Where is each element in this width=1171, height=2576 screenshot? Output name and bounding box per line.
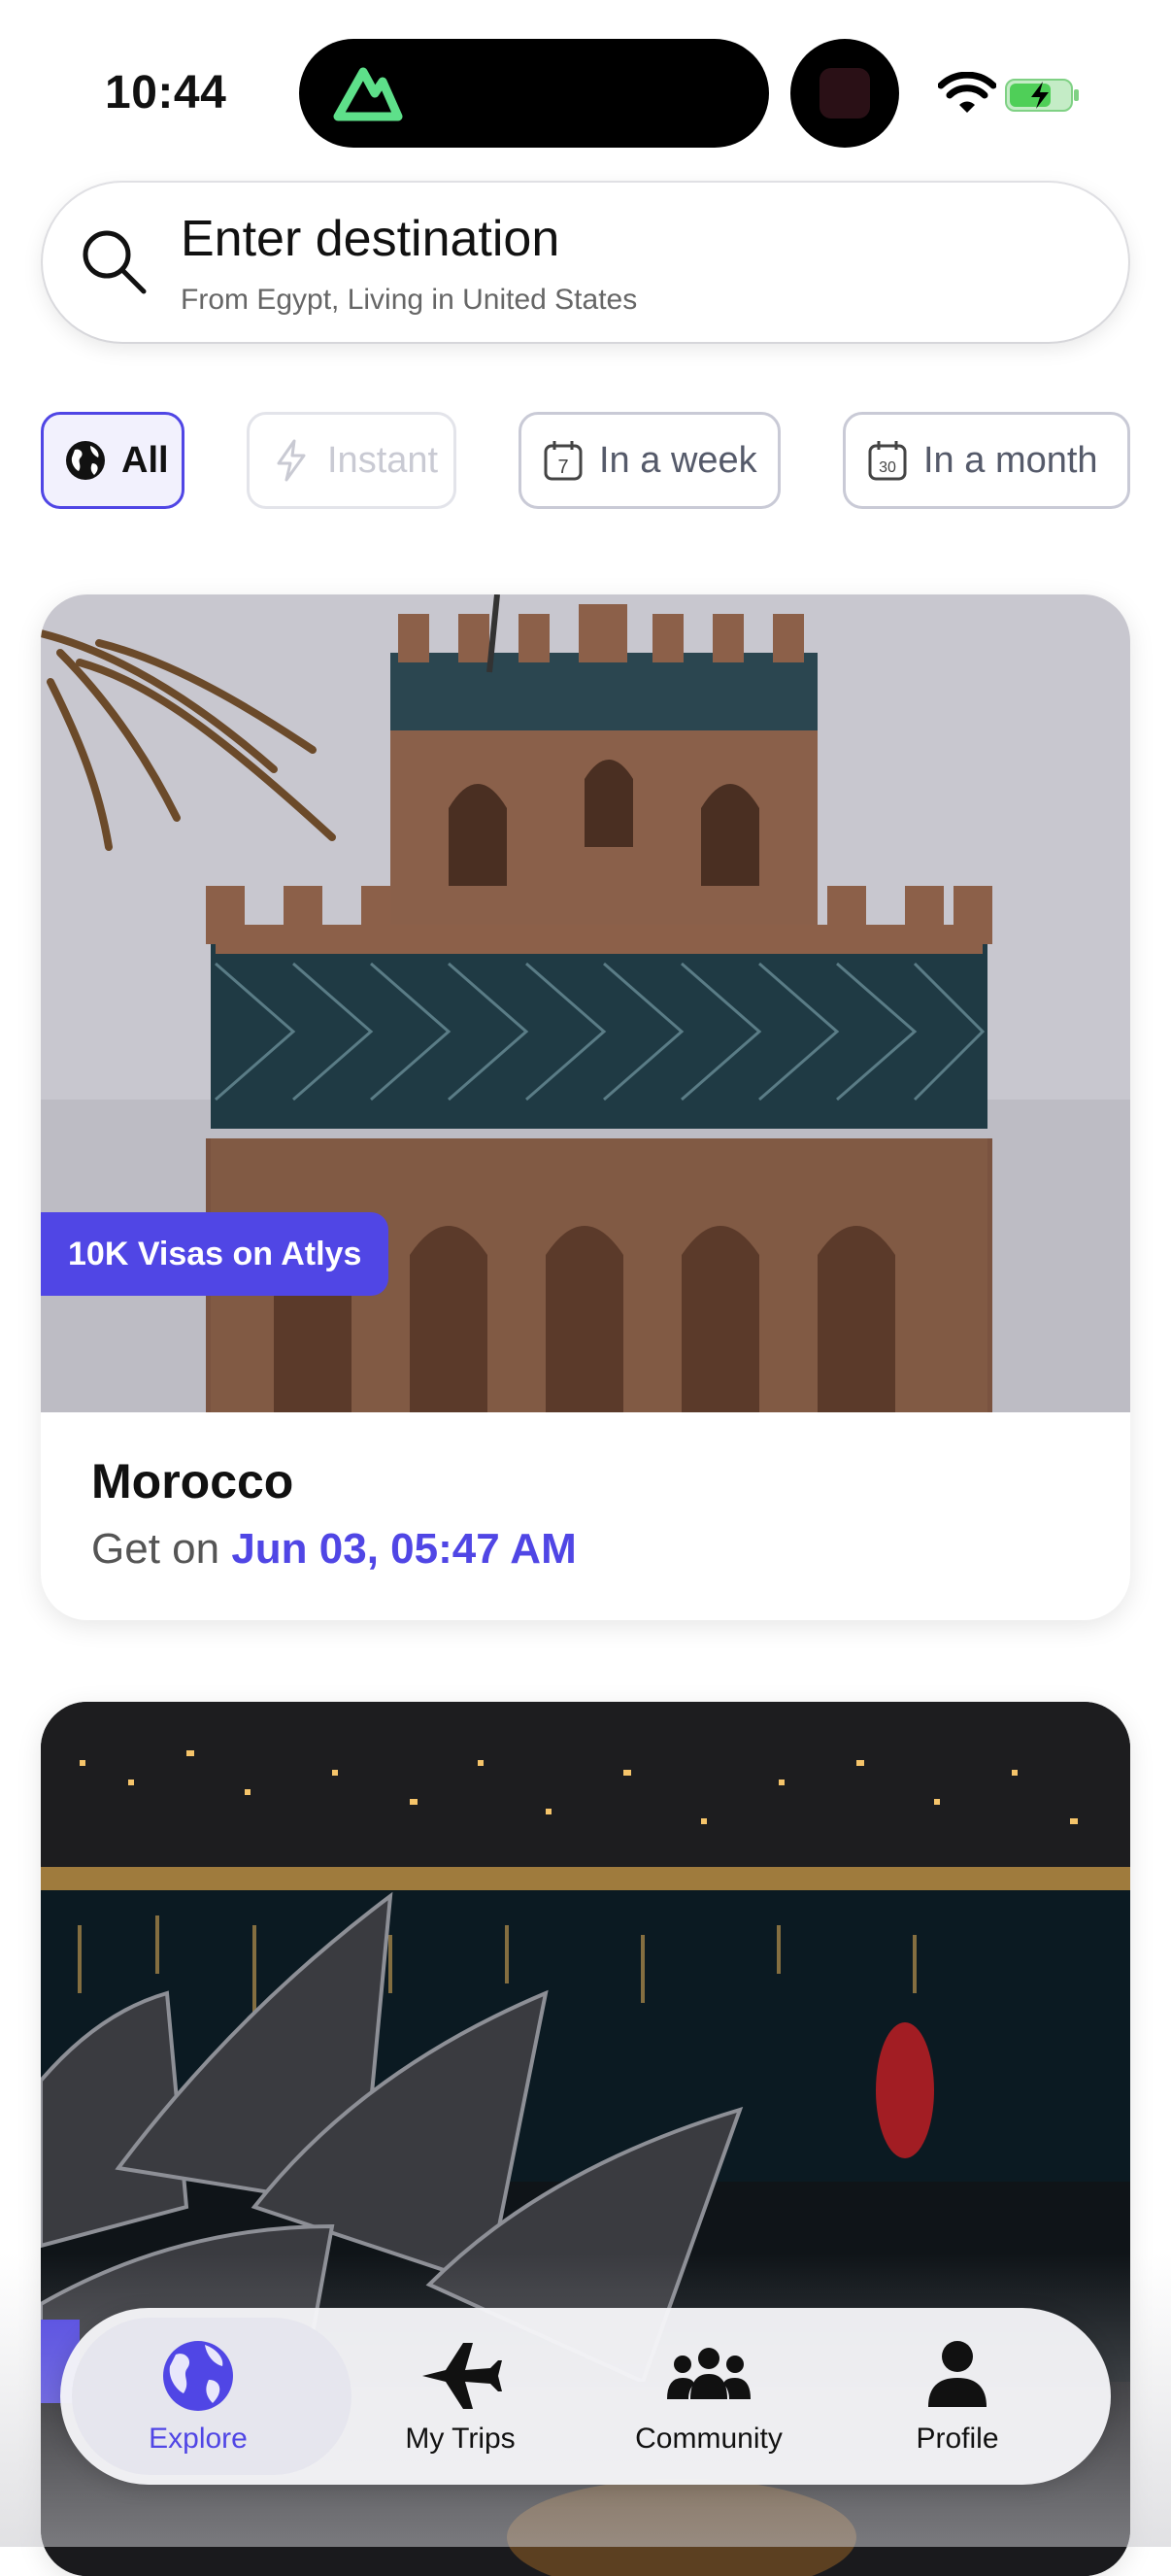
atlys-logo-icon (333, 67, 403, 121)
tab-label-my-trips: My Trips (405, 2423, 516, 2455)
delivery-date: Jun 03, 05:47 AM (231, 1525, 577, 1573)
filter-chip-instant[interactable]: Instant (247, 412, 456, 509)
tab-label-community: Community (635, 2423, 783, 2455)
calendar-7-icon: 7 (544, 441, 583, 481)
wifi-icon (938, 72, 996, 113)
filter-label-instant: Instant (327, 439, 439, 481)
tab-explore[interactable]: Explore (72, 2308, 351, 2485)
calendar-30-icon: 30 (868, 441, 907, 481)
get-on-prefix: Get on (91, 1525, 220, 1573)
filter-label-month: In a month (923, 439, 1098, 481)
dynamic-island (299, 39, 769, 148)
people-group-icon (667, 2348, 751, 2399)
svg-text:30: 30 (879, 459, 896, 476)
battery-icon (1005, 79, 1079, 112)
filter-chip-month[interactable]: 30 In a month (843, 412, 1130, 509)
dynamic-island-app-icon (790, 39, 899, 148)
tab-profile[interactable]: Profile (831, 2308, 1084, 2485)
filter-label-all: All (121, 439, 169, 481)
status-bar: 10:44 (0, 0, 1171, 175)
filter-chip-all[interactable]: All (41, 412, 184, 509)
search-icon (83, 230, 147, 294)
globe-icon (66, 441, 105, 480)
filter-chip-week[interactable]: 7 In a week (519, 412, 781, 509)
destination-search-bar[interactable]: Enter destination From Egypt, Living in … (43, 183, 1128, 342)
bottom-tab-bar: Explore My Trips Community Profile (60, 2308, 1111, 2485)
search-title: Enter destination (181, 211, 560, 267)
search-subtitle: From Egypt, Living in United States (181, 284, 638, 316)
destination-card-morocco[interactable]: 10K Visas on Atlys Morocco Get on Jun 03… (41, 594, 1130, 1620)
tab-label-profile: Profile (916, 2423, 999, 2455)
visa-count-badge: 10K Visas on Atlys (41, 1212, 389, 1296)
tab-community[interactable]: Community (583, 2308, 835, 2485)
person-icon (928, 2341, 987, 2407)
card-delivery-line: Get on Jun 03, 05:47 AM (91, 1525, 577, 1574)
tab-my-trips[interactable]: My Trips (334, 2308, 586, 2485)
airplane-icon (422, 2343, 502, 2409)
status-time: 10:44 (105, 67, 227, 119)
tab-label-explore: Explore (149, 2423, 248, 2455)
svg-text:7: 7 (557, 457, 568, 478)
globe-icon (163, 2341, 233, 2411)
card-title: Morocco (91, 1454, 294, 1508)
lightning-icon (277, 439, 306, 482)
filter-label-week: In a week (599, 439, 757, 481)
